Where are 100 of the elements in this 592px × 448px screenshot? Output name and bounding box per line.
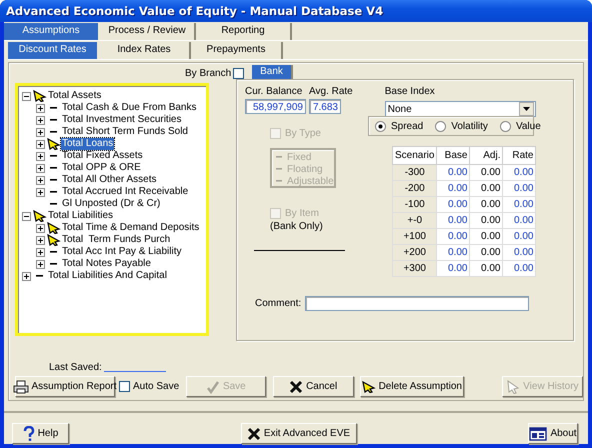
table-cell: 0.00 [436,164,470,180]
tree-item[interactable]: Total Cash & Due From Banks [61,102,198,114]
tree-item[interactable]: Total Loans [61,138,114,150]
table-cell: -300 [392,164,437,180]
table-cell: 0.00 [502,180,536,196]
table-cell: +100 [392,228,437,244]
table-cell: 0.00 [436,212,470,228]
table-cell[interactable]: 0.00 [470,180,503,196]
tab[interactable]: Discount Rates [8,42,99,59]
printer-icon [13,380,30,394]
field-label: Avg. Rate [309,85,353,98]
table-cell: 0.00 [436,228,470,244]
comment-field[interactable] [305,296,530,311]
table-cell[interactable]: 0.00 [470,196,503,212]
checkbox[interactable] [119,381,130,392]
about-icon [529,426,548,440]
tree-item[interactable]: Total Notes Payable [61,258,152,270]
tree-item[interactable]: Total Fixed Assets [61,150,144,162]
table-cell[interactable]: 0.00 [470,260,503,276]
column-header: Rate [502,146,536,164]
table-cell: +300 [392,260,437,276]
tree-item[interactable]: Gl Unposted (Dr & Cr) [61,198,162,210]
dropdown[interactable]: None [384,101,536,117]
table-cell[interactable]: 0.00 [470,244,503,260]
column-header: Scenario [392,146,437,164]
tree-item[interactable]: Total Investment Securities [61,114,182,126]
x-icon [246,426,261,440]
field-label: Base Index [384,85,436,98]
radio-button[interactable] [435,120,446,132]
table-cell[interactable]: 0.00 [470,212,503,228]
checkbox[interactable] [233,68,244,79]
table-cell: 0.00 [502,260,536,276]
expand-icon[interactable] [22,272,31,280]
tab[interactable]: Assumptions [4,23,100,40]
table-cell: 0.00 [436,196,470,212]
pointer-icon [47,138,61,150]
table-cell: 0.00 [436,180,470,196]
pointer-icon [33,210,47,222]
pointer-icon [362,380,376,392]
checkbox-label: By Type [285,128,321,138]
last-saved-label: Last Saved: [49,362,102,373]
expand-icon[interactable] [36,152,45,160]
action-button[interactable]: Delete Assumption [360,376,464,397]
tree-item[interactable]: Total Accrued Int Receivable [61,186,190,198]
help-icon [22,426,35,442]
panel-tab[interactable]: Bank [252,65,293,79]
x-icon [289,380,304,394]
expand-icon[interactable] [36,104,45,112]
tree-item[interactable]: Total Assets [47,90,102,102]
radio-button[interactable] [375,120,386,132]
tree-item[interactable]: Total Liabilities And Capital [47,270,168,282]
footer-button[interactable]: Exit Advanced EVE [240,423,356,444]
expand-icon[interactable] [36,128,45,136]
note-text: (Bank Only) [270,220,324,233]
table-cell: 0.00 [436,244,470,260]
expand-icon[interactable] [36,176,45,184]
tree-item[interactable]: Total Liabilities [47,210,114,222]
expand-icon[interactable] [36,116,45,124]
tree-item[interactable]: Total Time & Demand Deposits [61,222,200,234]
table-cell: 0.00 [502,196,536,212]
expand-icon[interactable] [36,188,45,196]
pointer-icon [33,90,47,102]
tree-item[interactable]: Total Short Term Funds Sold [61,126,189,138]
radio-button[interactable] [500,120,511,132]
table-cell: 0.00 [502,244,536,260]
balance-field[interactable]: 58,997,909 [245,99,306,114]
collapse-icon[interactable] [22,92,31,100]
collapse-icon[interactable] [22,212,31,220]
action-button[interactable]: Cancel [272,376,354,397]
footer-button[interactable]: About [528,423,578,444]
table-cell: 0.00 [502,212,536,228]
table-cell[interactable]: 0.00 [470,164,503,180]
table-cell[interactable]: 0.00 [470,228,503,244]
check-icon [206,380,220,394]
tree-item[interactable]: Total Term Funds Purch [61,234,172,246]
expand-icon[interactable] [36,224,45,232]
pointer-icon [47,222,61,234]
radio-label: Spread [391,120,424,132]
checkbox-label: By Branch [185,68,232,79]
expand-icon[interactable] [36,260,45,268]
tree-item[interactable]: Total All Other Assets [61,174,158,186]
expand-icon[interactable] [36,248,45,256]
expand-icon[interactable] [36,236,45,244]
cursor-icon [506,380,520,394]
table-cell: -100 [392,196,437,212]
table-cell: 0.00 [502,164,536,180]
table-cell: -200 [392,180,437,196]
window-title: Advanced Economic Value of Equity - Manual Database V4 [6,4,384,18]
table-cell: +200 [392,244,437,260]
checkbox-label: Auto Save [133,381,180,392]
tree-item[interactable]: Total Acc Int Pay & Liability [61,246,183,258]
footer-button[interactable]: Help [12,423,69,444]
radio-label: Volatility [451,120,488,132]
expand-icon[interactable] [36,140,45,148]
radio-label: Value [516,120,541,132]
rate-field[interactable]: 7.683 [309,99,341,114]
expand-icon[interactable] [36,164,45,172]
tree-item[interactable]: Total OPP & ORE [61,162,142,174]
action-button[interactable]: Assumption Report [15,376,115,397]
column-header: Adj. [470,146,503,164]
